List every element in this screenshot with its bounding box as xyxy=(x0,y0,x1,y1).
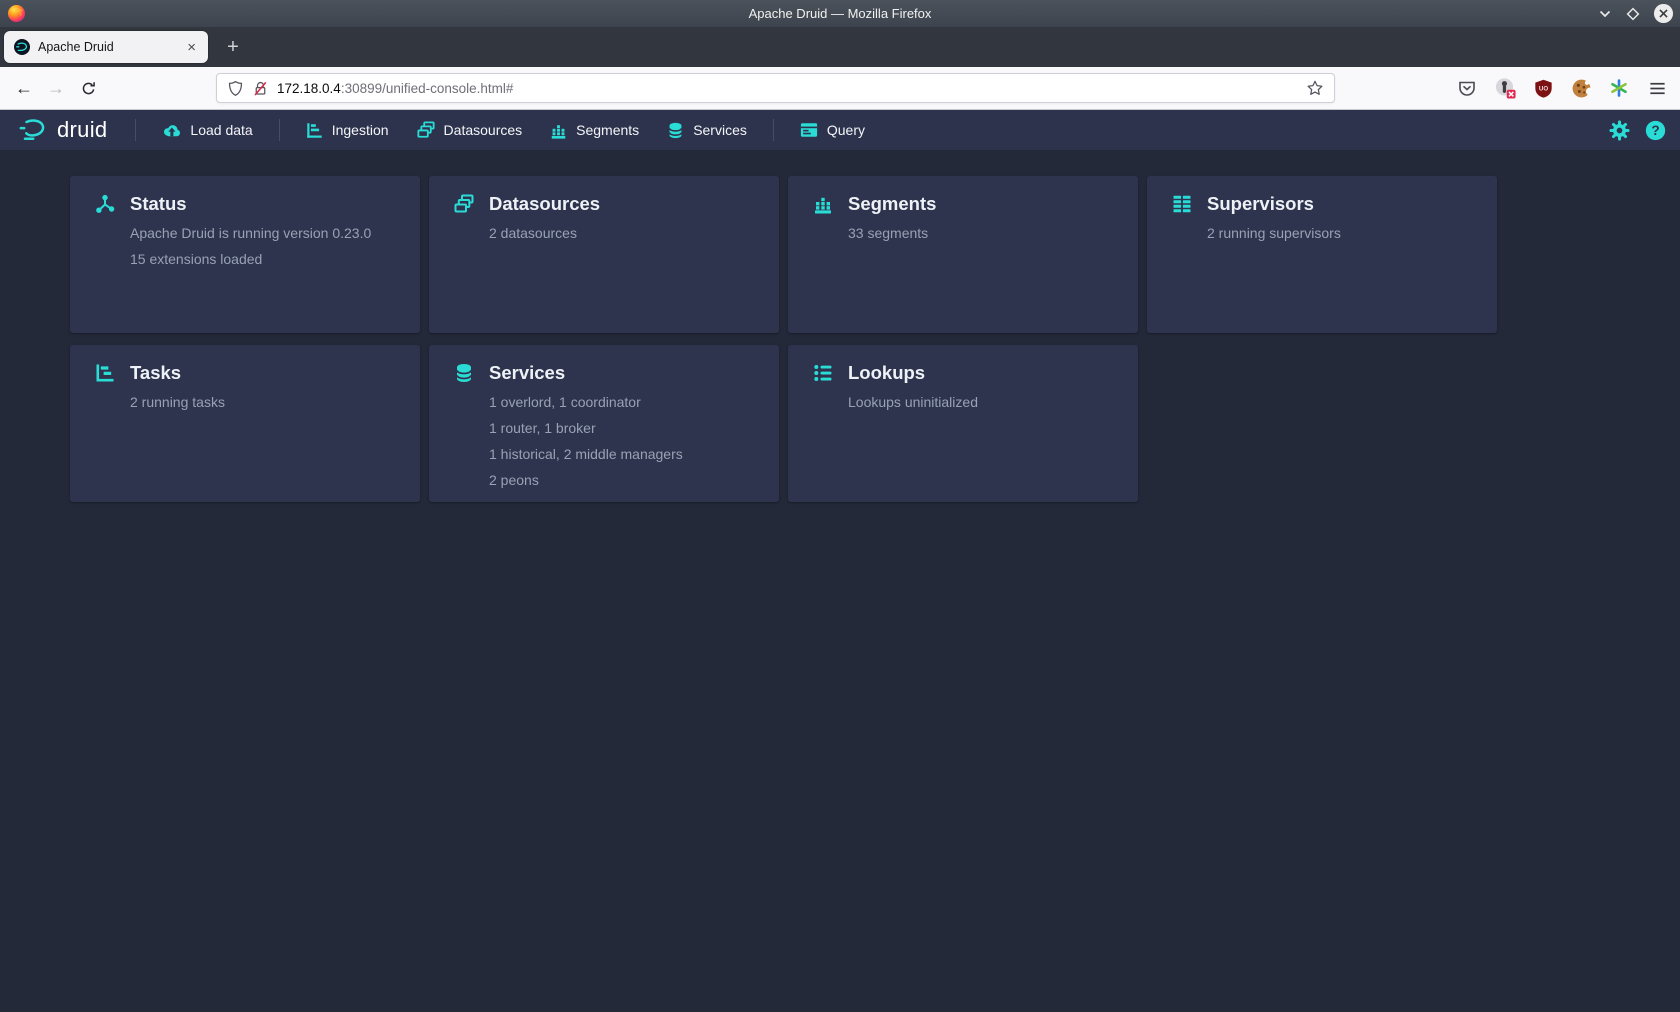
window-title: Apache Druid — Mozilla Firefox xyxy=(749,6,932,21)
lookups-card[interactable]: Lookups Lookups uninitialized xyxy=(788,345,1138,502)
services-card[interactable]: Services 1 overlord, 1 coordinator 1 rou… xyxy=(429,345,779,502)
nav-label: Ingestion xyxy=(332,122,389,138)
nav-segments[interactable]: Segments xyxy=(536,110,653,150)
bookmark-star-icon[interactable] xyxy=(1306,79,1324,97)
tab-close-icon[interactable]: × xyxy=(181,40,202,55)
forward-button: → xyxy=(40,72,72,104)
card-line: 2 running tasks xyxy=(130,395,400,409)
card-line: 1 overlord, 1 coordinator xyxy=(489,395,759,409)
url-path: :30899/unified-console.html# xyxy=(341,81,514,96)
header-separator xyxy=(279,119,280,141)
segments-card[interactable]: Segments 33 segments xyxy=(788,176,1138,333)
colored-asterisk-icon[interactable] xyxy=(1608,77,1630,99)
card-title: Services xyxy=(489,362,565,384)
database-icon xyxy=(454,363,474,383)
properties-icon xyxy=(813,363,833,383)
application-icon xyxy=(800,121,818,139)
card-line: 1 historical, 2 middle managers xyxy=(489,447,759,461)
nav-datasources[interactable]: Datasources xyxy=(403,110,537,150)
extension-with-badge-icon[interactable] xyxy=(1494,77,1516,99)
tab-bar: Apache Druid × + xyxy=(0,27,1680,67)
card-title: Supervisors xyxy=(1207,193,1314,215)
grouped-bar-chart-icon xyxy=(550,122,567,139)
console-home: Status Apache Druid is running version 0… xyxy=(0,150,1680,1012)
url-host: 172.18.0.4 xyxy=(277,81,341,96)
tab-apache-druid[interactable]: Apache Druid × xyxy=(4,31,208,63)
header-separator xyxy=(773,119,774,141)
maximize-button[interactable] xyxy=(1625,6,1641,22)
brand-wordmark: druid xyxy=(57,117,107,143)
svg-text:UO: UO xyxy=(1538,85,1547,92)
url-text: 172.18.0.4:30899/unified-console.html# xyxy=(277,81,1306,96)
grouped-bar-chart-icon xyxy=(813,194,833,214)
datasources-card[interactable]: Datasources 2 datasources xyxy=(429,176,779,333)
card-line: 33 segments xyxy=(848,226,1118,240)
card-title: Status xyxy=(130,193,187,215)
nav-label: Load data xyxy=(190,122,252,138)
card-line: 2 datasources xyxy=(489,226,759,240)
pocket-icon[interactable] xyxy=(1456,77,1478,99)
nav-label: Datasources xyxy=(444,122,523,138)
druid-header: druid Load data xyxy=(0,110,1680,150)
back-button[interactable]: ← xyxy=(8,72,40,104)
minimize-button[interactable] xyxy=(1597,6,1613,22)
card-line: 2 running supervisors xyxy=(1207,226,1477,240)
tasks-card[interactable]: Tasks 2 running tasks xyxy=(70,345,420,502)
cards-grid: Status Apache Druid is running version 0… xyxy=(70,176,1680,502)
supervisors-card[interactable]: Supervisors 2 running supervisors xyxy=(1147,176,1497,333)
firefox-logo-icon xyxy=(7,4,26,23)
titlebar: Apache Druid — Mozilla Firefox xyxy=(0,0,1680,27)
gantt-chart-icon xyxy=(95,363,115,383)
nav-query[interactable]: Query xyxy=(786,110,879,150)
card-line: 2 peons xyxy=(489,473,759,487)
nav-load-data[interactable]: Load data xyxy=(148,110,266,150)
status-card[interactable]: Status Apache Druid is running version 0… xyxy=(70,176,420,333)
druid-logo[interactable]: druid xyxy=(18,117,123,144)
timeline-bar-chart-icon xyxy=(306,122,323,139)
cookie-icon[interactable] xyxy=(1570,77,1592,99)
settings-gear-icon[interactable] xyxy=(1608,119,1630,141)
url-input[interactable]: 172.18.0.4:30899/unified-console.html# xyxy=(216,73,1335,103)
card-line: 15 extensions loaded xyxy=(130,252,400,266)
multi-select-icon xyxy=(417,121,435,139)
help-icon[interactable]: ? xyxy=(1644,119,1666,141)
close-window-button[interactable] xyxy=(1653,3,1674,24)
new-tab-button[interactable]: + xyxy=(218,32,248,62)
ublock-shield-icon[interactable]: UO xyxy=(1532,77,1554,99)
navigation-toolbar: ← → 172.18.0.4:30899/unified-console xyxy=(0,67,1680,110)
nav-label: Services xyxy=(693,122,747,138)
list-columns-icon xyxy=(1172,194,1192,214)
nav-ingestion[interactable]: Ingestion xyxy=(292,110,403,150)
svg-text:?: ? xyxy=(1651,123,1659,138)
card-title: Lookups xyxy=(848,362,925,384)
tab-favicon-druid-icon xyxy=(14,39,30,55)
app-menu-icon[interactable] xyxy=(1646,77,1668,99)
tracking-protection-shield-icon[interactable] xyxy=(227,80,244,97)
tab-title: Apache Druid xyxy=(38,40,181,54)
reload-button[interactable] xyxy=(72,72,104,104)
card-title: Datasources xyxy=(489,193,600,215)
header-separator xyxy=(135,119,136,141)
card-line: Lookups uninitialized xyxy=(848,395,1118,409)
card-title: Tasks xyxy=(130,362,181,384)
card-line: Apache Druid is running version 0.23.0 xyxy=(130,226,400,240)
graph-icon xyxy=(95,194,115,214)
nav-label: Query xyxy=(827,122,865,138)
nav-label: Segments xyxy=(576,122,639,138)
card-title: Segments xyxy=(848,193,936,215)
cloud-upload-icon xyxy=(162,121,181,140)
insecure-lock-icon[interactable] xyxy=(252,80,269,97)
nav-services[interactable]: Services xyxy=(653,110,761,150)
database-icon xyxy=(667,122,684,139)
druid-swirl-icon xyxy=(18,117,48,144)
firefox-window: Apache Druid — Mozilla Firefox xyxy=(0,0,1680,1012)
card-line: 1 router, 1 broker xyxy=(489,421,759,435)
multi-select-icon xyxy=(454,194,474,214)
